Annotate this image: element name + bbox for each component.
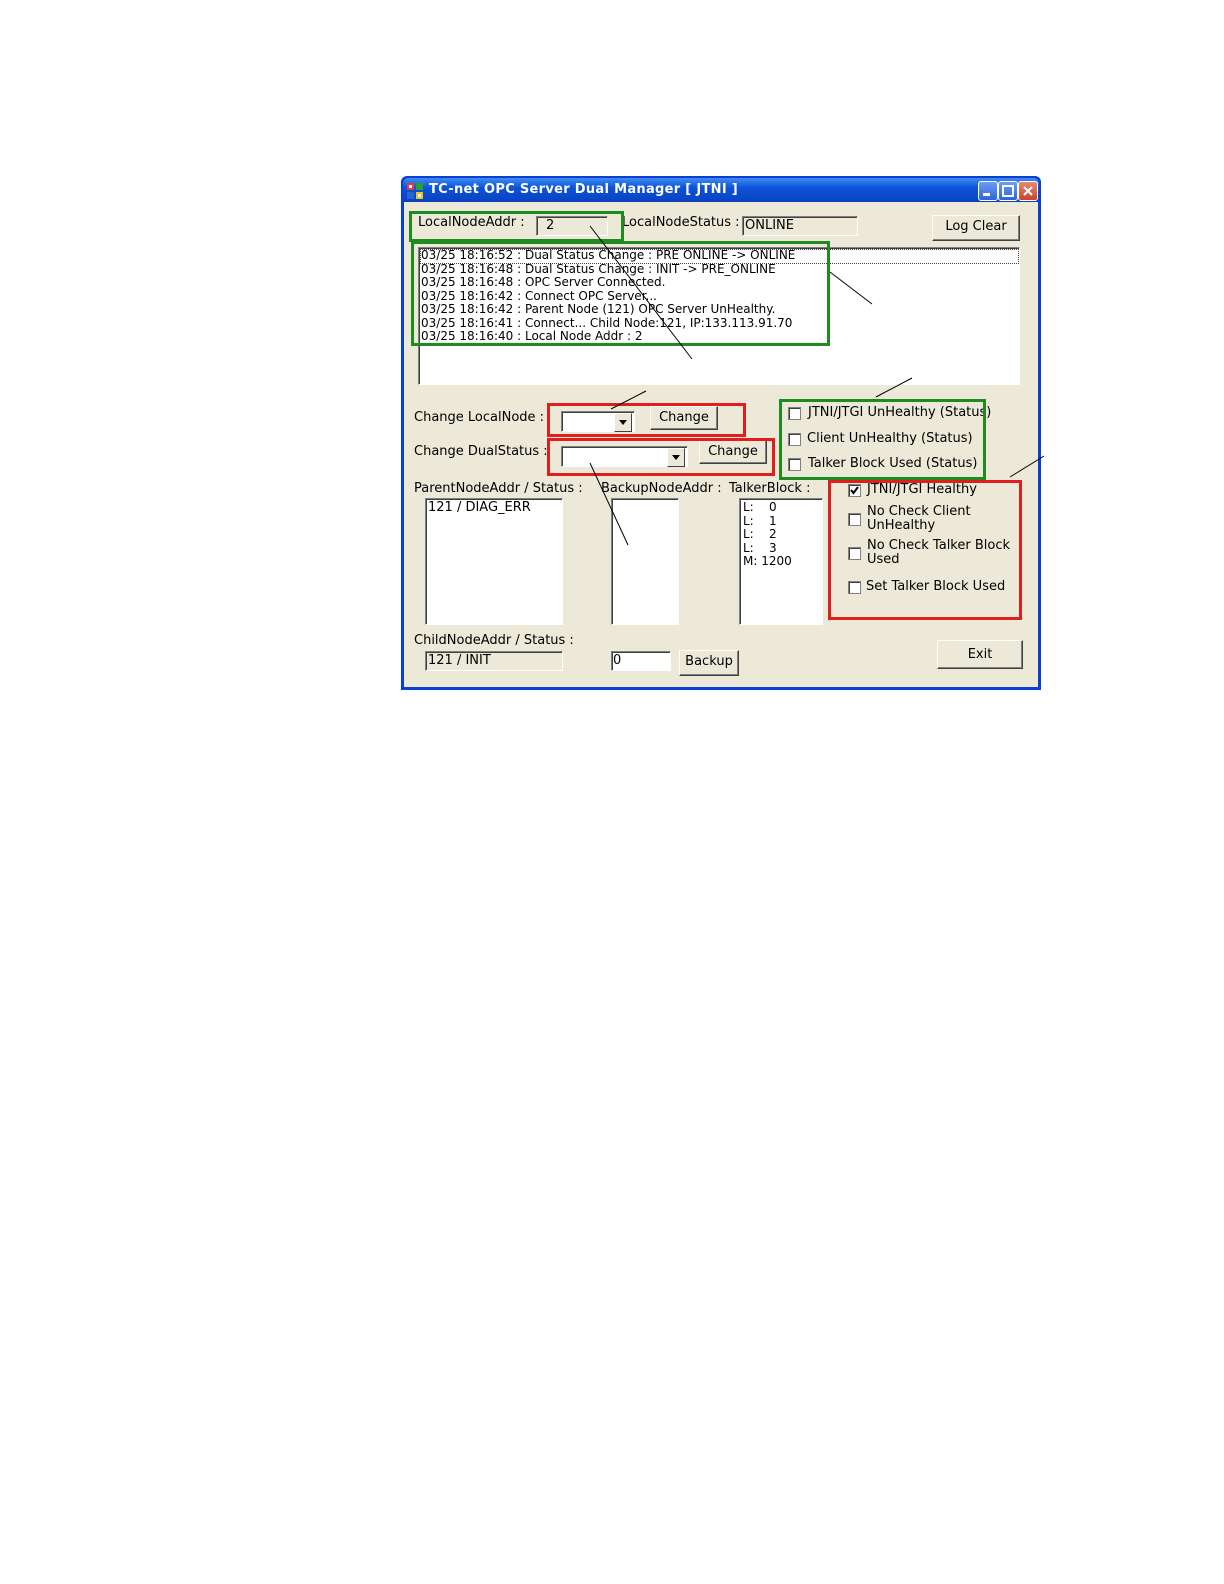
- annotation-leader-lines: [589, 225, 1045, 546]
